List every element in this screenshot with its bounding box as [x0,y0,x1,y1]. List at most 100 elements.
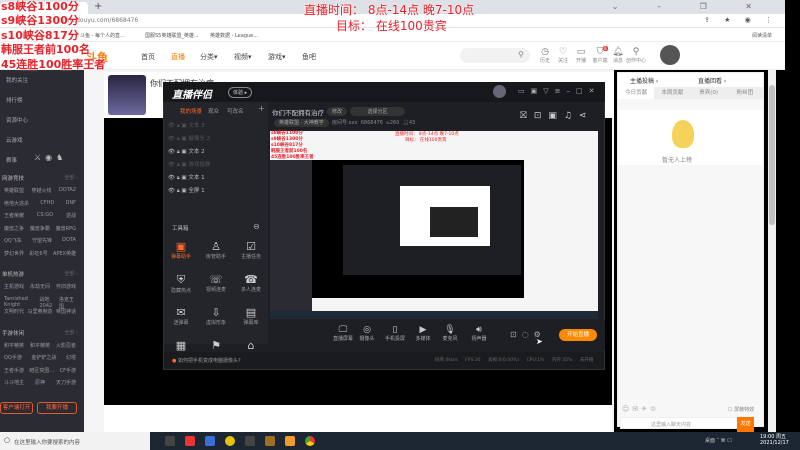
scrollbar-thumb[interactable] [769,85,775,225]
sidebar-category[interactable]: 绝地大逃杀 [4,200,29,207]
scene-visibility-lock-icons[interactable]: 👁︎ 🔒︎ ▣ [168,175,188,181]
toolbox-collapse-icon[interactable]: ⊖ [253,222,260,231]
sidebar-category[interactable]: DNF [66,200,76,207]
sidebar-category[interactable]: 和平精英 [30,342,50,349]
sidebar-category[interactable]: 永劫无间 [30,283,50,290]
tool-button[interactable]: ⇩ 虚拟形象 [199,306,233,326]
scene-visibility-lock-icons[interactable]: 👁︎ 🔒︎ ▣ [168,149,188,155]
scene-item[interactable]: 👁︎ 🔒︎ ▣ 文本 3 [168,121,205,130]
sidebar-category[interactable]: DOTA [62,237,76,244]
sidebar-category[interactable]: 魔兽争霸 [30,225,50,232]
nav-category[interactable]: 分类▾ [200,52,218,62]
bookmark[interactable]: 国服S5英雄联盟_英雄... [145,32,199,39]
sidebar-category[interactable]: 守望先锋 [32,237,52,244]
reading-list[interactable]: 阅读清单 [752,32,772,39]
sidebar-category[interactable]: 原神 [35,379,45,386]
user-avatar[interactable] [660,45,680,65]
app-icon[interactable] [225,436,235,446]
clock[interactable]: 19:00 周五 2021/12/17 [760,434,789,446]
bookmark[interactable]: 英雄数据 - League... [210,32,258,39]
sidebar-section-more[interactable]: 全部 › [64,270,78,277]
sidebar-category[interactable]: 逆战 [66,212,76,219]
streamer-avatar[interactable] [108,75,146,115]
sidebar-section-title[interactable]: 网游竞技 [2,174,24,182]
sidebar-category[interactable]: CS:GO [37,212,53,219]
sidebar-category[interactable]: QQ手游 [4,354,22,361]
app-icon[interactable] [205,436,215,446]
start-live-button[interactable]: 开始直播 [559,329,597,341]
sidebar-category[interactable]: 马里奥制造 [27,308,52,315]
sidebar-category[interactable]: 文明时代 [4,308,24,315]
edit-title-button[interactable]: 修改 [327,107,348,116]
speaker-button[interactable]: 🔊︎ 扬声器 [462,325,496,342]
nav-games[interactable]: 游戏▾ [268,52,286,62]
search-input[interactable]: ⚲ [460,48,530,63]
scene-visibility-lock-icons[interactable]: 👁︎ 🔒︎ ▣ [168,188,188,194]
scene-item[interactable]: 👁︎ 🔒︎ ▣ 全屏 1 [168,186,205,195]
app-icon[interactable] [265,436,275,446]
add-scene-button[interactable]: + [258,104,265,113]
sidebar-category[interactable]: 魔兽之争 [4,225,24,232]
sidebar-section-title[interactable]: 单机热游 [2,270,24,278]
sidebar-category[interactable]: DOTA2 [59,187,76,194]
block-effects-checkbox[interactable]: ☐ 屏蔽特效 [728,406,754,413]
scene-item[interactable]: 👁︎ 🔒︎ ▣ 文本 2 [168,147,205,156]
scene-visibility-lock-icons[interactable]: 👁︎ 🔒︎ ▣ [168,136,188,142]
app-icon[interactable] [165,436,175,446]
sidebar-category[interactable]: QQ飞车 [4,237,22,244]
tool-button[interactable]: ☑ 主播任务 [234,240,268,260]
tab-audience[interactable]: 观众 [208,107,219,115]
start-stream-button[interactable]: 我要开播 [37,402,77,414]
creator-center-button[interactable]: ⚲ 创作中心 [624,47,648,64]
tab-fans[interactable]: 粉丝团 [727,87,763,99]
streamer-posts-link[interactable]: 主播投稿 › [630,76,658,85]
streaming-app-taskbar-icon[interactable] [285,436,295,446]
nav-live[interactable]: 直播 [171,52,185,62]
sidebar-category[interactable]: APEX英雄 [53,250,76,257]
nav-fishbar[interactable]: 鱼吧 [302,52,316,62]
tool-button[interactable]: ▤ 弹幕库 [234,306,268,326]
room-area[interactable]: 英雄联盟 · 大神教学 [274,119,329,127]
sidebar-item-events[interactable]: 赛事 [6,156,17,164]
nav-home[interactable]: 首页 [141,52,155,62]
sidebar-category[interactable]: 彩虹6号 [29,250,47,257]
scene-visibility-lock-icons[interactable]: 👁︎ 🔒︎ ▣ [168,162,188,168]
sidebar-category[interactable]: 王者手游 [4,367,24,374]
room-action-icons[interactable]: ⛝⊡▣♫⋖ [520,111,594,121]
sidebar-category[interactable]: 王者荣耀 [4,212,24,219]
nav-video[interactable]: 视频▾ [234,52,252,62]
tab-vip[interactable]: 贵宾(0) [691,87,727,99]
tool-button[interactable]: ☏ 视频连麦 [199,273,233,293]
sidebar-category[interactable]: 幻塔 [66,354,76,361]
sidebar-section-more[interactable]: 全部 › [64,329,78,336]
replay-link[interactable]: 直播回看 › [698,76,726,85]
sidebar-category[interactable]: 金铲铲之战 [31,354,56,361]
address-bar-icons[interactable]: ⇪ ★ ◉ ⋮ [704,16,778,24]
sidebar-section-more[interactable]: 全部 › [64,174,78,181]
app-icon[interactable] [245,436,255,446]
sidebar-category[interactable]: 天刀手游 [56,379,76,386]
send-button[interactable]: 发送 [737,417,754,432]
sidebar-section-title[interactable]: 手游休闲 [2,329,24,337]
sidebar-item-rank[interactable]: 排行榜 [6,96,23,104]
taskbar-search[interactable]: 在这里输入你要搜索的内容 [0,432,150,450]
sidebar-category[interactable]: 魔兽RPG [56,225,76,232]
app-icon[interactable] [185,436,195,446]
tool-button[interactable]: ⛨ 隐藏热点 [164,273,198,294]
tool-button[interactable]: ▣ 弹幕助手 [164,240,198,260]
sidebar-category[interactable]: 英雄联盟 [4,187,24,194]
tool-button[interactable]: ✉ 送弹幕 [164,306,198,326]
sidebar-item-cloud-games[interactable]: 云游戏 [6,136,23,144]
sidebar-category[interactable]: CFHD [40,200,54,207]
scene-item[interactable]: 👁︎ 🔒︎ ▣ 游戏投屏 [168,160,210,169]
sidebar-category[interactable]: 穿越火线 [31,187,51,194]
system-tray[interactable]: 桌面 ˄ ⌘ ☐ [705,437,732,444]
app-user-avatar[interactable] [493,85,506,98]
open-client-button[interactable]: 客户端打开 [0,402,33,414]
sidebar-category[interactable]: 帝国神话 [56,308,76,315]
sidebar-category[interactable]: 怀旧游戏 [56,283,76,290]
tab-week[interactable]: 本周贡献 [654,87,690,99]
chat-input[interactable]: 这里输入聊天内容 [620,417,745,429]
sidebar-item-follow[interactable]: 我的关注 [6,76,28,84]
scene-item[interactable]: 👁︎ 🔒︎ ▣ 摄像头 2 [168,134,210,143]
